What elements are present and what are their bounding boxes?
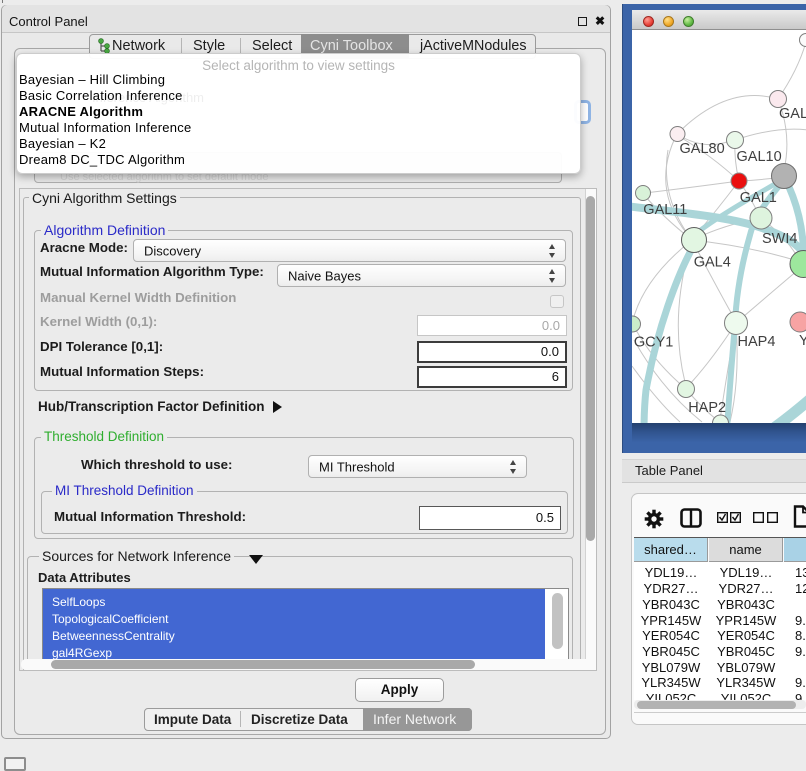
svg-text:GCY1: GCY1 [634, 335, 674, 351]
svg-text:GAL80: GAL80 [680, 141, 725, 157]
svg-text:HAP2: HAP2 [688, 400, 726, 416]
svg-text:YB: YB [799, 333, 806, 349]
svg-text:GAL11: GAL11 [643, 202, 687, 218]
svg-text:HAP4: HAP4 [738, 334, 776, 350]
svg-text:GAL10: GAL10 [737, 149, 782, 165]
svg-text:GAL1: GAL1 [740, 190, 777, 206]
svg-text:SWI4: SWI4 [762, 231, 797, 247]
svg-text:GAL4: GAL4 [694, 255, 731, 271]
svg-text:GAL2: GAL2 [779, 106, 806, 122]
